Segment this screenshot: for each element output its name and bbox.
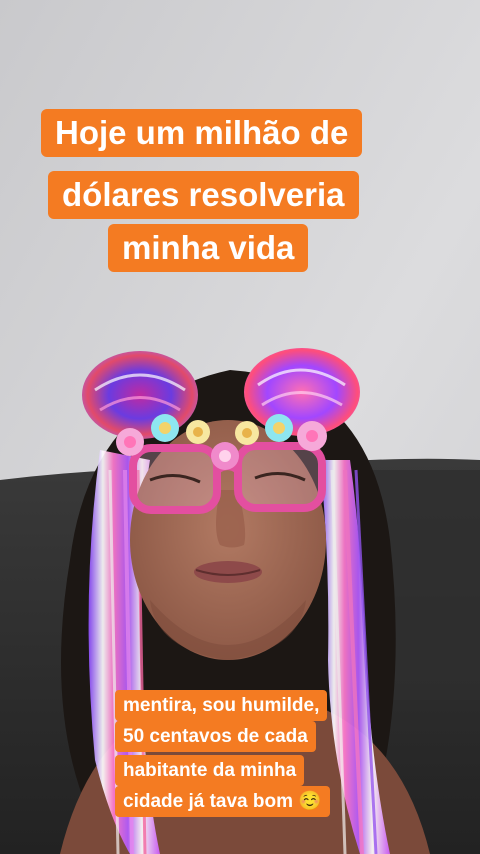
top-caption-line: Hoje um milhão de [41,109,363,157]
bottom-caption-line: 50 centavos de cada [115,721,316,752]
bottom-caption-line: cidade já tava bom ☺️ [115,786,330,817]
top-caption-line: dólares resolveria [48,171,359,219]
top-caption-line: minha vida [108,224,309,272]
right-puff [244,348,360,436]
left-puff [82,351,198,439]
bottom-caption-line: mentira, sou humilde, [115,690,328,721]
bottom-caption-line: habitante da minha [115,755,305,786]
